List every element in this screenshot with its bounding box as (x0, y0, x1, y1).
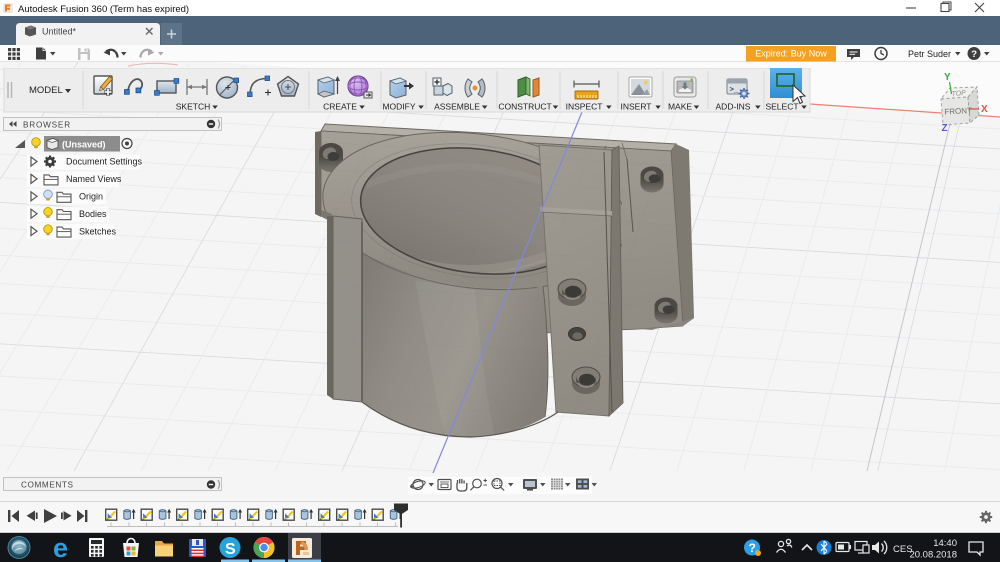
svg-text:ADD-INS: ADD-INS (716, 102, 751, 112)
svg-text:S: S (225, 541, 236, 558)
svg-text:e: e (53, 533, 68, 562)
svg-text:14:40: 14:40 (933, 538, 957, 549)
svg-text:SELECT: SELECT (765, 102, 798, 112)
svg-text:ASSEMBLE: ASSEMBLE (434, 102, 480, 112)
svg-text:Sketches: Sketches (79, 226, 117, 236)
svg-text:COMMENTS: COMMENTS (21, 481, 74, 490)
svg-text:20.08.2018: 20.08.2018 (909, 550, 957, 561)
svg-text:BROWSER: BROWSER (23, 121, 71, 130)
svg-text:INSERT: INSERT (620, 102, 651, 112)
svg-text:SKETCH: SKETCH (176, 102, 210, 112)
svg-text:>_: >_ (730, 87, 740, 95)
svg-text:?: ? (971, 49, 977, 60)
svg-text:Y: Y (944, 72, 951, 83)
svg-text:INSPECT: INSPECT (566, 102, 603, 112)
svg-text:MAKE: MAKE (668, 102, 692, 112)
svg-text:X: X (981, 104, 988, 115)
svg-text:Z: Z (942, 123, 948, 134)
svg-text:FRONT: FRONT (944, 106, 972, 116)
svg-text:Document Settings: Document Settings (66, 157, 143, 167)
svg-text:Bodies: Bodies (79, 209, 107, 219)
svg-text:?: ? (749, 541, 756, 555)
svg-text:Autodesk Fusion 360 (Term has: Autodesk Fusion 360 (Term has expired) (18, 4, 189, 15)
svg-text:CONSTRUCT: CONSTRUCT (498, 102, 551, 112)
svg-text:Origin: Origin (79, 192, 103, 202)
svg-text:(Unsaved): (Unsaved) (62, 140, 106, 150)
svg-text:MODEL: MODEL (29, 85, 63, 96)
svg-text:CREATE: CREATE (323, 102, 357, 112)
svg-text:MODIFY: MODIFY (382, 102, 415, 112)
svg-text:Petr Suder: Petr Suder (908, 49, 951, 59)
svg-text:Expired: Buy Now: Expired: Buy Now (755, 49, 827, 59)
svg-text:Untitled*: Untitled* (42, 27, 77, 37)
svg-text:Named Views: Named Views (66, 174, 122, 184)
